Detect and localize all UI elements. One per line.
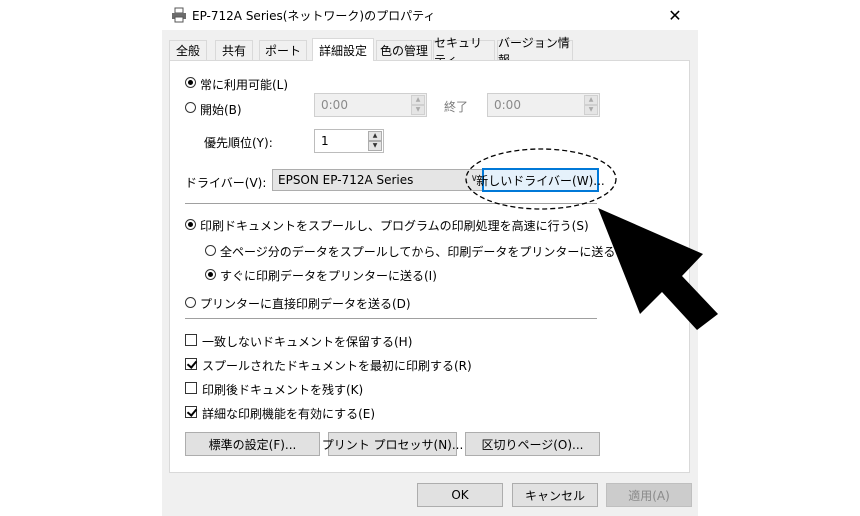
spin-down-icon[interactable]: ▼ [368, 141, 382, 151]
tab-color-management[interactable]: 色の管理 [376, 40, 432, 60]
print-spooled-first-label: スプールされたドキュメントを最初に印刷する(R) [202, 359, 472, 373]
spool-label: 印刷ドキュメントをスプールし、プログラムの印刷処理を高速に行う(S) [200, 219, 589, 233]
print-processor-button[interactable]: プリント プロセッサ(N)... [322, 432, 463, 456]
tab-sharing[interactable]: 共有 [215, 40, 253, 60]
spin-up-icon[interactable]: ▲ [584, 95, 598, 105]
tab-general[interactable]: 全般 [169, 40, 207, 60]
to-time-spinner[interactable]: 0:00 ▲ ▼ [487, 93, 600, 117]
keep-printed-checkbox[interactable] [185, 382, 197, 394]
priority-label: 優先順位(Y): [204, 136, 273, 150]
cancel-button[interactable]: キャンセル [512, 483, 598, 507]
available-from-radio[interactable] [185, 102, 196, 113]
tab-ports[interactable]: ポート [259, 40, 307, 60]
advanced-features-checkbox[interactable] [185, 406, 197, 418]
spin-down-icon[interactable]: ▼ [584, 105, 598, 115]
to-label: 終了 [444, 100, 469, 114]
separator [185, 318, 597, 319]
ok-button[interactable]: OK [417, 483, 503, 507]
title-bar: EP-712A Series(ネットワーク)のプロパティ ✕ [162, 0, 698, 30]
window-title: EP-712A Series(ネットワーク)のプロパティ [192, 9, 436, 23]
close-button[interactable]: ✕ [652, 0, 698, 30]
hold-mismatched-checkbox[interactable] [185, 334, 197, 346]
advanced-features-label: 詳細な印刷機能を有効にする(E) [202, 407, 376, 421]
printing-defaults-button[interactable]: 標準の設定(F)... [185, 432, 320, 456]
tab-advanced[interactable]: 詳細設定 [312, 38, 374, 61]
apply-button[interactable]: 適用(A) [606, 483, 692, 507]
from-time-spinner[interactable]: 0:00 ▲ ▼ [314, 93, 427, 117]
separator [185, 203, 597, 204]
driver-label: ドライバー(V): [185, 176, 267, 190]
spool-after-last-page-label: 全ページ分のデータをスプールしてから、印刷データをプリンターに送る(T) [220, 245, 633, 259]
print-direct-radio[interactable] [185, 297, 196, 308]
spool-after-last-page-radio[interactable] [205, 245, 216, 256]
priority-spinner[interactable]: 1 ▲ ▼ [314, 129, 384, 153]
keep-printed-label: 印刷後ドキュメントを残す(K) [202, 383, 364, 397]
available-from-label: 開始(B) [200, 103, 242, 117]
separator-page-button[interactable]: 区切りページ(O)... [465, 432, 600, 456]
print-immediately-radio[interactable] [205, 269, 216, 280]
always-available-radio[interactable] [185, 77, 196, 88]
spin-up-icon[interactable]: ▲ [411, 95, 425, 105]
hold-mismatched-label: 一致しないドキュメントを保留する(H) [202, 335, 413, 349]
close-icon: ✕ [668, 5, 682, 25]
tab-security[interactable]: セキュリティ [433, 36, 495, 67]
print-immediately-label: すぐに印刷データをプリンターに送る(I) [220, 269, 437, 283]
always-available-label: 常に利用可能(L) [200, 78, 289, 92]
tab-version-info[interactable]: バージョン情報 [497, 36, 573, 67]
spin-down-icon[interactable]: ▼ [411, 105, 425, 115]
spin-up-icon[interactable]: ▲ [368, 131, 382, 141]
print-spooled-first-checkbox[interactable] [185, 358, 197, 370]
new-driver-button[interactable]: 新しいドライバー(W)... [476, 168, 605, 192]
printer-icon [172, 7, 186, 23]
print-direct-label: プリンターに直接印刷データを送る(D) [200, 297, 411, 311]
spool-radio[interactable] [185, 219, 196, 230]
driver-dropdown[interactable]: EPSON EP-712A Series ∨ [272, 169, 484, 191]
